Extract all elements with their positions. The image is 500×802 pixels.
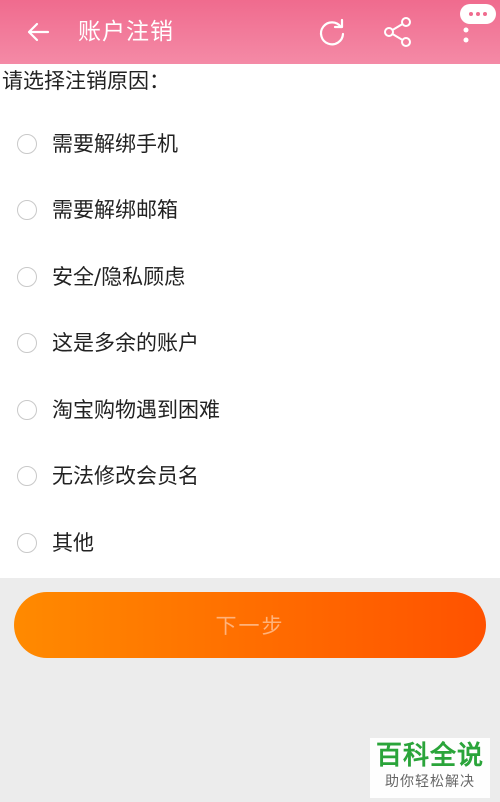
radio-button[interactable] <box>17 267 37 287</box>
reason-form: 请选择注销原因： 需要解绑手机 需要解绑邮箱 安全/隐私顾虑 这是多余的账户 淘… <box>0 64 500 578</box>
option-label: 需要解绑手机 <box>52 132 178 156</box>
watermark-title: 百科全说 <box>375 741 484 771</box>
share-button[interactable] <box>380 14 416 50</box>
radio-button[interactable] <box>17 400 37 420</box>
option-label: 需要解绑邮箱 <box>52 198 178 222</box>
option-shopping-difficulty[interactable]: 淘宝购物遇到困难 <box>0 382 500 442</box>
option-label: 安全/隐私顾虑 <box>52 265 186 289</box>
form-prompt: 请选择注销原因： <box>2 69 170 93</box>
app-header: 账户注销 <box>0 0 500 64</box>
arrow-left-icon <box>27 22 50 42</box>
option-other[interactable]: 其他 <box>0 515 500 575</box>
option-privacy[interactable]: 安全/隐私顾虑 <box>0 249 500 309</box>
more-vertical-icon <box>463 27 469 43</box>
option-label: 无法修改会员名 <box>52 464 199 488</box>
watermark-subtitle: 助你轻松解决 <box>385 774 475 790</box>
option-unbind-phone[interactable]: 需要解绑手机 <box>0 116 500 176</box>
next-step-button[interactable]: 下一步 <box>14 592 486 658</box>
radio-button[interactable] <box>17 533 37 553</box>
radio-button[interactable] <box>17 134 37 154</box>
option-cannot-rename[interactable]: 无法修改会员名 <box>0 448 500 508</box>
radio-button[interactable] <box>17 466 37 486</box>
watermark-logo: 百科全说 助你轻松解决 <box>370 738 490 798</box>
radio-button[interactable] <box>17 333 37 353</box>
option-redundant-account[interactable]: 这是多余的账户 <box>0 315 500 375</box>
more-menu-button[interactable] <box>448 8 488 56</box>
option-label: 其他 <box>52 531 94 555</box>
option-label: 这是多余的账户 <box>52 331 199 355</box>
back-button[interactable] <box>22 16 54 48</box>
radio-button[interactable] <box>17 200 37 220</box>
refresh-icon <box>319 18 345 46</box>
share-icon <box>384 17 411 47</box>
page-title: 账户注销 <box>78 19 174 45</box>
option-unbind-email[interactable]: 需要解绑邮箱 <box>0 182 500 242</box>
option-label: 淘宝购物遇到困难 <box>52 398 220 422</box>
refresh-button[interactable] <box>314 14 350 50</box>
